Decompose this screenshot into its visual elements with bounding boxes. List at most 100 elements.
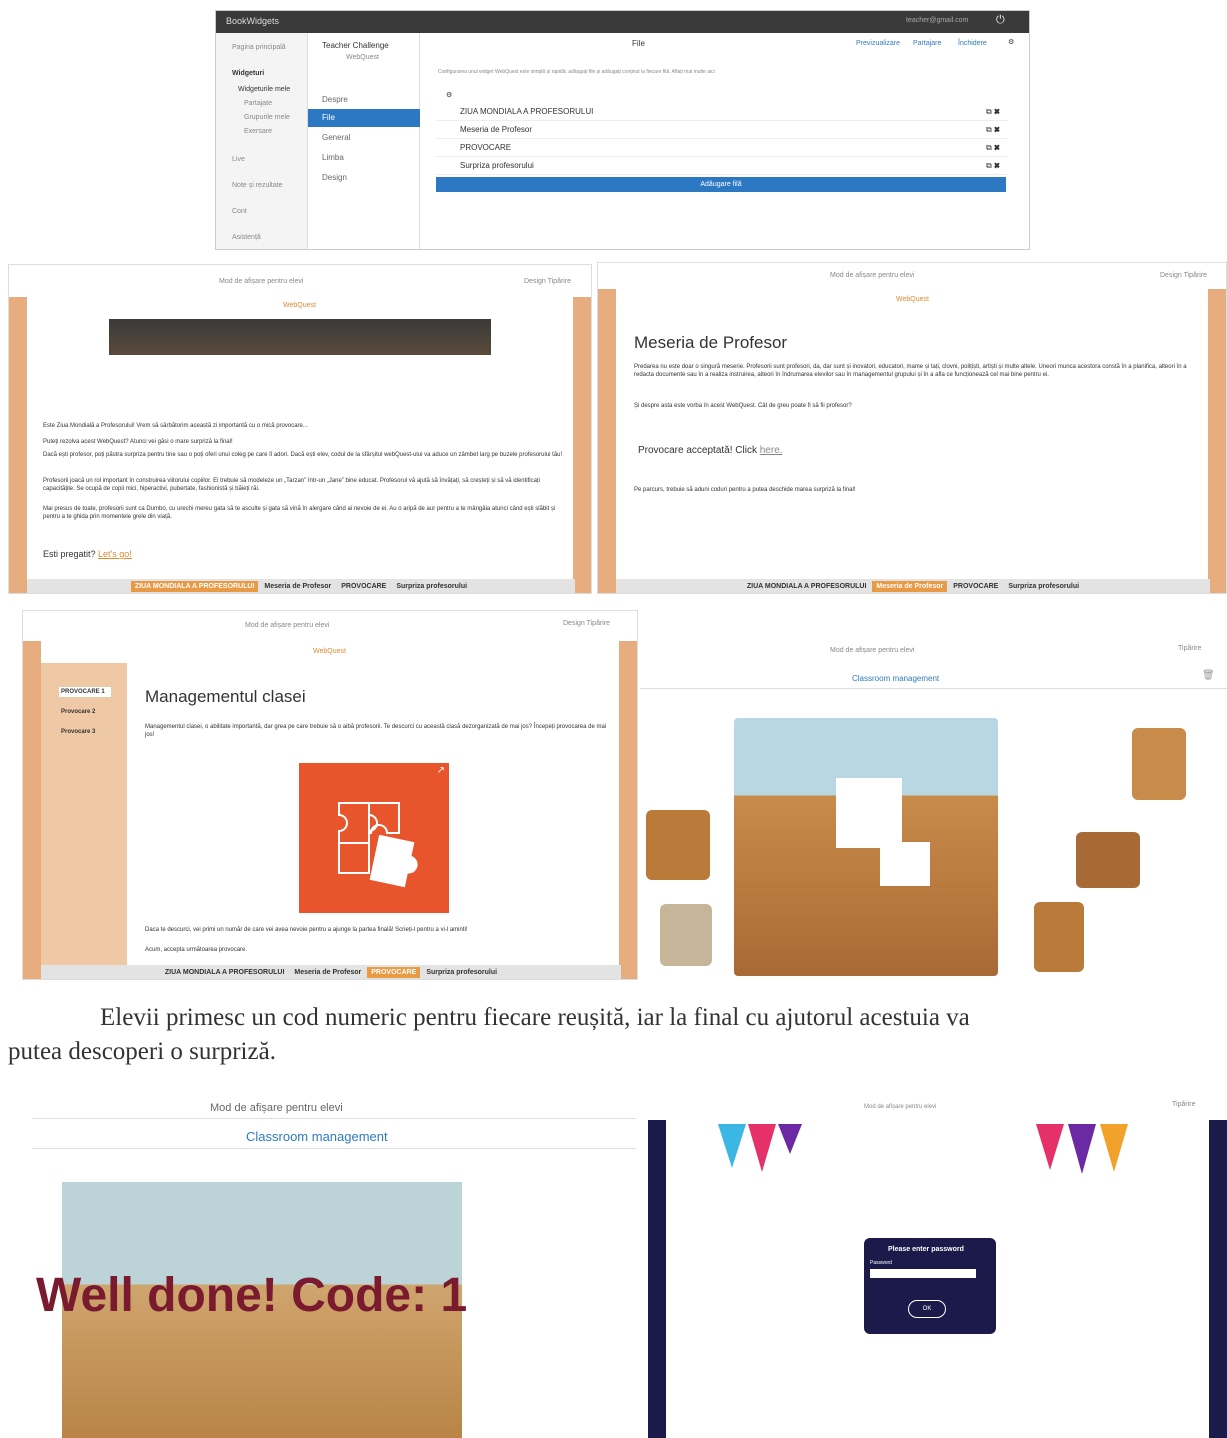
file-row[interactable]: Surpriza profesorului ⧉ ✖ [436,157,1008,175]
mode-label: Mod de afișare pentru elevi [245,622,330,629]
widget-title[interactable]: Teacher Challenge [322,41,389,50]
tab-provocare[interactable]: PROVOCARE [337,581,390,592]
sidebar-item-groups[interactable]: Grupurile mele [244,113,290,123]
dialog-title: Please enter password [888,1246,964,1253]
webquest-provocare-screenshot: Mod de afișare pentru elevi Design Tipăr… [22,610,638,980]
bookwidgets-logo[interactable]: BookWidgets [226,16,279,26]
sidebar-item-widgets[interactable]: Widgeturi [232,69,264,79]
subnav-item[interactable]: Provocare 3 [61,727,95,737]
sidebar-item-home[interactable]: Pagina principală [232,43,286,53]
banner-title: WebQuest [896,296,929,303]
file-row[interactable]: ZIUA MONDIALA A PROFESORULUI ⧉ ✖ [436,103,1008,121]
share-link[interactable]: Partajare [913,39,941,49]
sidebar-item-my-widgets[interactable]: Widgeturile mele [238,85,290,95]
mode-label: Mod de afișare pentru elevi [830,647,915,654]
puzzle-piece[interactable] [1034,902,1084,972]
question: Și despre asta este vorba în acest WebQu… [634,403,852,409]
intro-paragraph: Mai presus de toate, profesorii sunt ca … [43,506,556,520]
jigsaw-screenshot: Mod de afișare pentru elevi Tipărire Cla… [640,632,1227,980]
menu-design[interactable]: Design [308,169,420,187]
ok-button[interactable]: OK [908,1300,946,1318]
left-border [9,297,27,593]
mode-label: Mod de afișare pentru elevi [864,1104,937,1110]
gear-icon[interactable]: ⚙ [1008,38,1014,48]
top-links[interactable]: Design Tipărire [1160,271,1207,281]
bunting [1068,1124,1096,1174]
bunting [1036,1124,1064,1170]
mode-label: Mod de afișare pentru elevi [210,1102,343,1114]
tab-bar: ZIUA MONDIALA A PROFESORULUI Meseria de … [41,965,621,979]
subnav-item[interactable]: Provocare 2 [61,707,95,717]
header-divider [32,1148,636,1149]
right-border [619,641,637,979]
menu-limba[interactable]: Limba [308,149,420,167]
puzzle-piece[interactable] [660,904,712,966]
file-row[interactable]: Meseria de Profesor ⧉ ✖ [436,121,1008,139]
empty-slot [880,842,930,886]
user-email[interactable]: teacher@gmail.com [906,17,968,24]
power-icon[interactable]: ⏻ [996,14,1005,27]
password-input[interactable] [870,1269,976,1278]
tab-surpriza[interactable]: Surpriza profesorului [1004,581,1083,592]
sidebar-item-account[interactable]: Cont [232,207,247,217]
well-done-screenshot: Mod de afișare pentru elevi Classroom ma… [0,1094,640,1438]
widget-menu: Teacher Challenge WebQuest Despre File G… [308,33,420,249]
sidebar-item-practice[interactable]: Exersare [244,127,272,137]
top-links[interactable]: Design Tipărire [524,277,571,287]
sidebar-item-help[interactable]: Asistență [232,233,261,243]
bottom-text: Daca te descurci, vei primi un număr de … [145,927,468,933]
files-gear-icon[interactable]: ⚙ [446,91,452,101]
sidebar-item-shared[interactable]: Partajate [244,99,272,109]
top-links[interactable]: Tipărire [1172,1100,1195,1110]
menu-general[interactable]: General [308,129,420,147]
right-border [1208,289,1226,593]
header-divider [32,1118,636,1119]
caption-line-2: putea descoperi o surpriză. [8,1038,276,1065]
tab-provocare[interactable]: PROVOCARE [949,581,1002,592]
menu-file[interactable]: File [308,109,420,127]
lets-go-link[interactable]: Let's go! [98,549,132,559]
here-link[interactable]: here. [760,445,783,456]
add-file-button[interactable]: Adăugare filă [436,177,1006,192]
puzzle-piece[interactable] [1076,832,1140,888]
tab-ziua[interactable]: ZIUA MONDIALA A PROFESORULUI [130,581,259,592]
intro-paragraph: Este Ziua Mondială a Profesorului! Vrem … [43,423,308,429]
tab-surpriza[interactable]: Surpriza profesorului [422,967,501,978]
challenge-text: Provocare acceptată! Click here. [638,445,783,456]
sidebar-item-live[interactable]: Live [232,155,245,165]
note: Pe parcurs, trebuie să aduni coduri pent… [634,487,856,493]
puzzle-piece[interactable] [646,810,710,880]
preview-link[interactable]: Previzualizare [856,39,900,49]
paragraph: Managementul clasei, o abilitate importa… [145,724,607,738]
top-links[interactable]: Tipărire [1178,644,1201,654]
file-row[interactable]: PROVOCARE ⧉ ✖ [436,139,1008,157]
tab-surpriza[interactable]: Surpriza profesorului [392,581,471,592]
webquest-meseria-screenshot: Mod de afișare pentru elevi Design Tipăr… [597,262,1227,594]
expand-icon[interactable]: ↗ [437,765,445,776]
header-image [109,319,491,355]
tab-meseria[interactable]: Meseria de Profesor [872,581,948,592]
menu-despre[interactable]: Despre [308,91,420,109]
tab-meseria[interactable]: Meseria de Profesor [290,967,365,978]
left-border [598,289,616,593]
sidebar: Pagina principală Widgeturi Widgeturile … [216,33,308,249]
intro-paragraph: Dacă ești profesor, poți păstra surpriza… [43,452,563,458]
page-title: Managementul clasei [145,687,306,706]
tab-ziua[interactable]: ZIUA MONDIALA A PROFESORULUI [161,967,289,978]
close-link[interactable]: Închidere [958,39,987,49]
puzzle-thumbnail[interactable]: ↗ [299,763,449,913]
top-links[interactable]: Design Tipărire [563,619,610,629]
bottom-text: Acum, accepta următoarea provocare. [145,947,248,953]
puzzle-piece[interactable] [1132,728,1186,800]
tab-ziua[interactable]: ZIUA MONDIALA A PROFESORULUI [743,581,871,592]
password-dialog: Please enter password Password OK [864,1238,996,1334]
trash-icon[interactable]: 🗑 [1202,670,1215,681]
bunting [718,1124,746,1168]
sidebar-item-grades[interactable]: Note și rezultate [232,181,283,191]
header-divider [640,688,1227,689]
page-title: Meseria de Profesor [634,333,788,352]
tab-meseria[interactable]: Meseria de Profesor [260,581,335,592]
password-screenshot: Mod de afișare pentru elevi Tipărire Ple… [648,1094,1227,1438]
subnav-item[interactable]: PROVOCARE 1 [59,687,111,697]
tab-provocare[interactable]: PROVOCARE [367,967,421,978]
